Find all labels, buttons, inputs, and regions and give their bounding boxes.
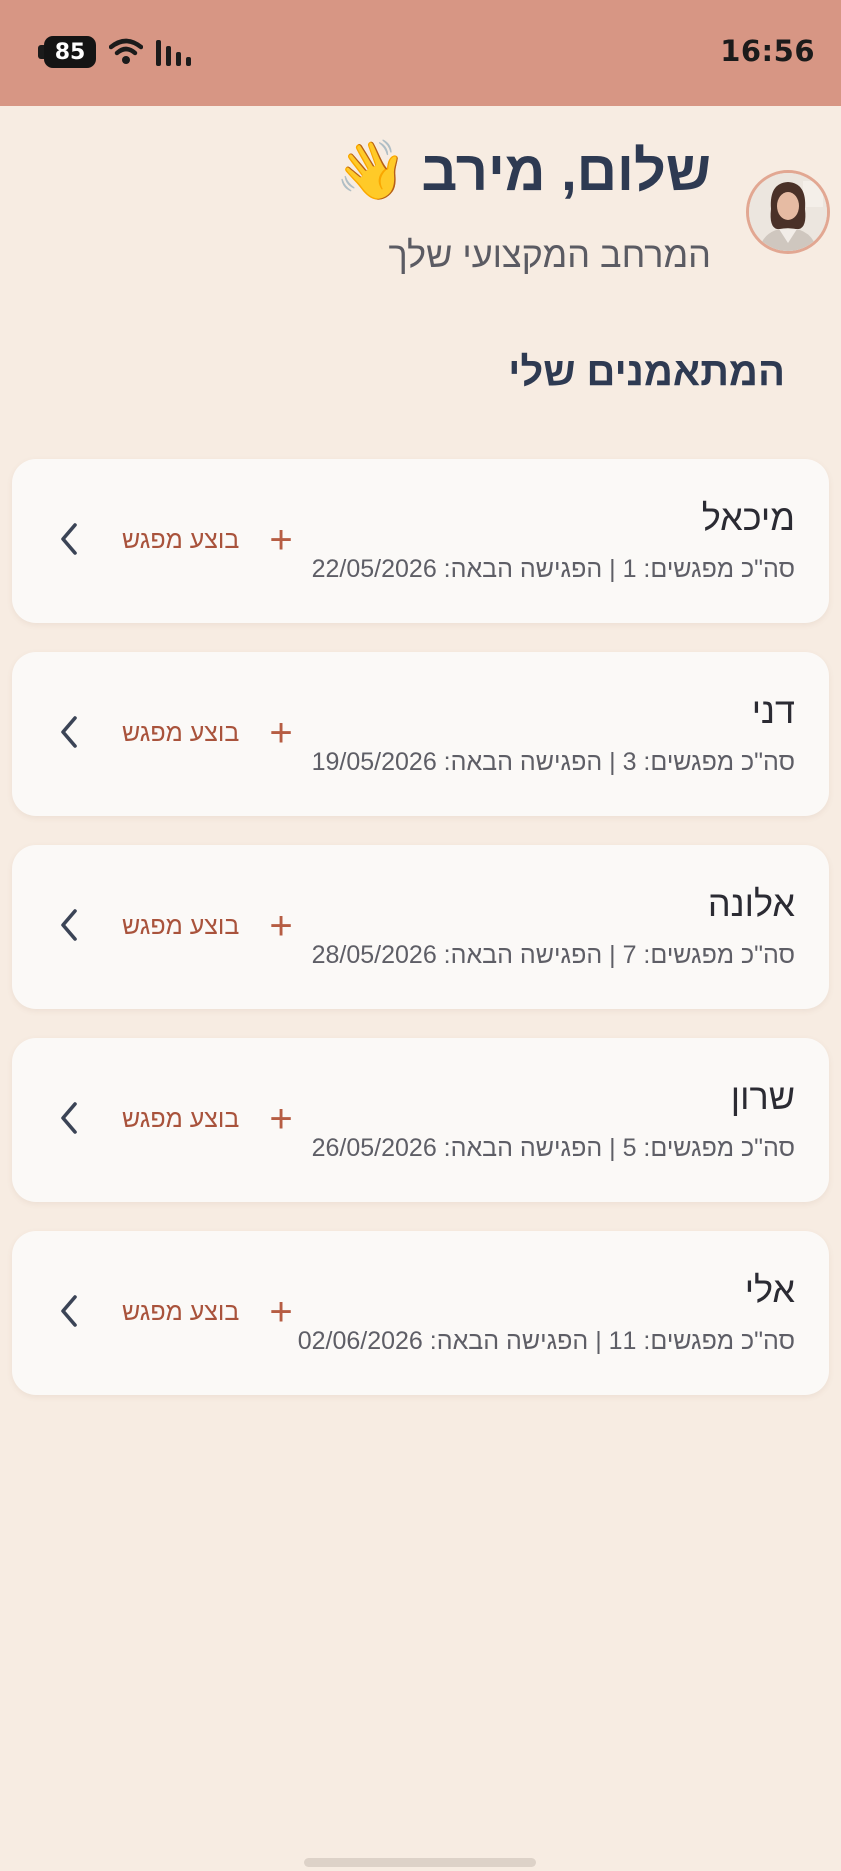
add-session-label: בוצע מפגש <box>122 911 240 940</box>
client-meta: סה"כ מפגשים: 1 | הפגישה הבאה: 22/05/2026 <box>311 555 795 583</box>
subtitle: המרחב המקצועי שלך <box>388 234 711 275</box>
add-session-button[interactable]: + בוצע מפגש <box>122 1289 293 1335</box>
chevron-left-icon[interactable] <box>58 1100 80 1136</box>
client-card[interactable]: אלי סה"כ מפגשים: 11 | הפגישה הבאה: 02/06… <box>12 1231 829 1395</box>
client-meta: סה"כ מפגשים: 5 | הפגישה הבאה: 26/05/2026 <box>311 1134 795 1162</box>
client-name: שרון <box>730 1076 795 1117</box>
client-meta: סה"כ מפגשים: 3 | הפגישה הבאה: 19/05/2026 <box>311 748 795 776</box>
client-name: אלונה <box>707 883 795 924</box>
plus-icon: + <box>269 1097 293 1141</box>
client-name: אלי <box>744 1269 795 1310</box>
chevron-left-icon[interactable] <box>58 714 80 750</box>
plus-icon: + <box>269 518 293 562</box>
home-indicator[interactable] <box>304 1858 536 1867</box>
wifi-icon <box>109 38 143 64</box>
greeting-text: שלום, מירב <box>421 139 711 202</box>
client-meta: סה"כ מפגשים: 11 | הפגישה הבאה: 02/06/202… <box>297 1327 795 1355</box>
greeting: שלום, מירב 👋 <box>335 138 711 203</box>
plus-icon: + <box>269 1290 293 1334</box>
client-meta: סה"כ מפגשים: 7 | הפגישה הבאה: 28/05/2026 <box>311 941 795 969</box>
screen: 85 16:56 שלום, מירב 👋 המרחב המקצועי שלך <box>0 0 841 1871</box>
plus-icon: + <box>269 711 293 755</box>
chevron-left-icon[interactable] <box>58 907 80 943</box>
add-session-label: בוצע מפגש <box>122 1297 240 1326</box>
battery-icon: 85 <box>38 36 96 68</box>
add-session-button[interactable]: + בוצע מפגש <box>122 710 293 756</box>
chevron-left-icon[interactable] <box>58 521 80 557</box>
avatar[interactable] <box>746 170 830 254</box>
client-card[interactable]: שרון סה"כ מפגשים: 5 | הפגישה הבאה: 26/05… <box>12 1038 829 1202</box>
add-session-label: בוצע מפגש <box>122 1104 240 1133</box>
client-name: דני <box>751 690 795 731</box>
signal-icon <box>156 40 191 66</box>
client-list: מיכאל סה"כ מפגשים: 1 | הפגישה הבאה: 22/0… <box>12 459 829 1424</box>
add-session-button[interactable]: + בוצע מפגש <box>122 1096 293 1142</box>
section-title: המתאמנים שלי <box>508 350 785 394</box>
status-bar: 85 16:56 <box>0 0 841 106</box>
waving-hand-icon: 👋 <box>335 137 408 203</box>
add-session-label: בוצע מפגש <box>122 525 240 554</box>
add-session-button[interactable]: + בוצע מפגש <box>122 517 293 563</box>
add-session-button[interactable]: + בוצע מפגש <box>122 903 293 949</box>
plus-icon: + <box>269 904 293 948</box>
add-session-label: בוצע מפגש <box>122 718 240 747</box>
chevron-left-icon[interactable] <box>58 1293 80 1329</box>
client-card[interactable]: מיכאל סה"כ מפגשים: 1 | הפגישה הבאה: 22/0… <box>12 459 829 623</box>
client-card[interactable]: אלונה סה"כ מפגשים: 7 | הפגישה הבאה: 28/0… <box>12 845 829 1009</box>
client-name: מיכאל <box>701 497 795 538</box>
status-time: 16:56 <box>720 34 815 68</box>
battery-level: 85 <box>44 36 96 68</box>
avatar-photo <box>749 173 827 251</box>
client-card[interactable]: דני סה"כ מפגשים: 3 | הפגישה הבאה: 19/05/… <box>12 652 829 816</box>
